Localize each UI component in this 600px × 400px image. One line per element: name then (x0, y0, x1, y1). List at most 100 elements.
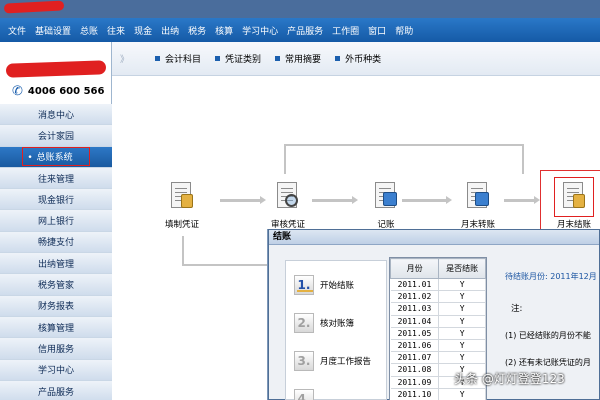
review-voucher-icon (271, 180, 305, 214)
sidebar-item-cash-bank[interactable]: 现金银行 (0, 189, 112, 211)
table-row[interactable]: 2011.06 Y (390, 339, 486, 353)
table-row[interactable]: 2011.04 Y (390, 315, 486, 328)
collapse-chevron-icon[interactable]: 》 (120, 52, 129, 65)
menu-file[interactable]: 文件 (8, 24, 26, 37)
menu-work-circle[interactable]: 工作圈 (332, 24, 359, 37)
flow-node-fill-voucher[interactable]: 填制凭证 (154, 180, 210, 230)
menu-learning-center[interactable]: 学习中心 (242, 24, 278, 37)
title-bar (0, 0, 600, 18)
sidebar-item-tax-manager[interactable]: 税务管家 (0, 274, 112, 296)
hotline-number: 4006 600 566 (27, 86, 105, 97)
sidebar-item-general-ledger[interactable]: • 总账系统 (0, 146, 112, 168)
post-ledger-icon (369, 180, 403, 214)
flow-node-post[interactable]: 记账 (358, 180, 414, 230)
pending-close-month: 待结账月份: 2011年12月 (505, 272, 597, 281)
sidebar-item-product-services[interactable]: 产品服务 (0, 380, 112, 400)
flow-node-month-end-close[interactable]: 月末结账 (540, 170, 600, 232)
redaction-mark (3, 0, 65, 14)
wizard-step-monthly-report[interactable]: 3. 月度工作报告 (294, 351, 371, 371)
flow-connector (284, 144, 286, 174)
wizard-step-start[interactable]: 1. 开始结账 (294, 275, 354, 295)
step-label: 核对账簿 (320, 319, 355, 329)
table-row[interactable]: 2011.03 Y (390, 302, 486, 316)
quick-toolbar: 》 会计科目 凭证类别 常用摘要 外币种类 (112, 42, 600, 76)
cell-month: 2011.10 (390, 388, 440, 400)
cell-month: 2011.01 (390, 278, 440, 292)
note-line-2: (2) 还有未记账凭证的月 (505, 358, 591, 367)
sidebar-item-cashier[interactable]: 出纳管理 (0, 253, 112, 275)
bullet-icon: • (27, 153, 33, 164)
quick-link-currencies[interactable]: 外币种类 (335, 52, 381, 65)
sidebar-item-learning[interactable]: 学习中心 (0, 359, 112, 381)
step-number: 3. (297, 354, 311, 368)
column-header-closed[interactable]: 是否结账 (438, 258, 486, 279)
table-row[interactable]: 2011.05 Y (390, 327, 486, 340)
sidebar-item-label: 消息中心 (37, 110, 74, 121)
redaction-mark (5, 60, 107, 78)
step-number: 2. (297, 316, 311, 330)
cell-closed: Y (438, 302, 486, 316)
wizard-step-check-books[interactable]: 2. 核对账簿 (294, 313, 354, 333)
menu-accounting[interactable]: 核算 (215, 24, 233, 37)
menu-receivables[interactable]: 往来 (107, 24, 125, 37)
sidebar-item-label: 信用服务 (37, 344, 74, 355)
quick-link-label: 会计科目 (165, 55, 202, 65)
table-row[interactable]: 2011.01 Y (390, 278, 486, 292)
cell-month: 2011.07 (390, 351, 440, 365)
flow-connector (522, 144, 524, 174)
menu-tax[interactable]: 税务 (188, 24, 206, 37)
watermark: 头条 @灯灯登登123 (454, 372, 565, 386)
quick-link-common-summaries[interactable]: 常用摘要 (275, 52, 321, 65)
flow-connector (182, 236, 184, 266)
quick-link-label: 常用摘要 (285, 55, 322, 65)
menu-cash[interactable]: 现金 (134, 24, 152, 37)
bullet-icon (275, 56, 281, 61)
sidebar-item-accounting[interactable]: 核算管理 (0, 316, 112, 339)
note-line-1: (1) 已经结账的月份不能 (505, 331, 591, 340)
step-number: 4. (297, 392, 311, 400)
quick-link-label: 外币种类 (345, 55, 382, 65)
quick-link-chart-of-accounts[interactable]: 会计科目 (155, 52, 201, 65)
sidebar-item-online-bank[interactable]: 网上银行 (0, 210, 112, 232)
flow-connector (504, 199, 534, 202)
bullet-icon (155, 56, 161, 61)
flow-node-review-voucher[interactable]: 审核凭证 (260, 180, 316, 230)
flow-connector (220, 199, 260, 202)
cell-month: 2011.05 (390, 327, 440, 340)
wizard-step-finish[interactable]: 4. (294, 389, 320, 400)
cell-closed: Y (438, 290, 486, 304)
flow-connector (182, 264, 268, 266)
sidebar-item-quick-pay[interactable]: 畅捷支付 (0, 231, 112, 254)
menu-window[interactable]: 窗口 (368, 24, 386, 37)
step-number-badge: 4. (294, 389, 314, 400)
quick-link-label: 凭证类别 (225, 55, 262, 65)
active-highlight: • 总账系统 (22, 147, 90, 167)
menu-general-ledger[interactable]: 总账 (80, 24, 98, 37)
sidebar-item-accountant-home[interactable]: 会计家园 (0, 125, 112, 147)
quick-link-voucher-types[interactable]: 凭证类别 (215, 52, 261, 65)
flow-node-month-end-transfer[interactable]: 月末转账 (450, 180, 506, 230)
menu-basic-settings[interactable]: 基础设置 (35, 24, 71, 37)
menu-help[interactable]: 帮助 (395, 24, 413, 37)
sidebar-item-financial-reports[interactable]: 财务报表 (0, 295, 112, 317)
sidebar-item-receivables[interactable]: 往来管理 (0, 167, 112, 190)
app-window: 文件 基础设置 总账 往来 现金 出纳 税务 核算 学习中心 产品服务 工作圈 … (0, 0, 600, 400)
hotline: ✆ 4006 600 566 (12, 84, 104, 99)
table-row[interactable]: 2011.10 Y (390, 388, 486, 400)
sidebar: ✆ 4006 600 566 消息中心 会计家园 • 总账系统 往来管理 现金银行… (0, 42, 112, 400)
sidebar-item-label: 产品服务 (37, 387, 74, 398)
sidebar-item-message-center[interactable]: 消息中心 (0, 104, 112, 126)
sidebar-item-credit[interactable]: 信用服务 (0, 338, 112, 360)
month-end-close-icon (554, 177, 594, 217)
table-row[interactable]: 2011.02 Y (390, 290, 486, 304)
step-number-badge: 2. (294, 313, 314, 333)
menu-cashier[interactable]: 出纳 (161, 24, 179, 37)
bullet-icon (335, 56, 341, 61)
column-header-month[interactable]: 月份 (390, 258, 440, 279)
cell-month: 2011.03 (390, 302, 440, 316)
step-number-badge: 1. (294, 275, 314, 295)
cell-month: 2011.04 (390, 315, 440, 328)
table-row[interactable]: 2011.07 Y (390, 351, 486, 365)
flow-node-label: 填制凭证 (164, 220, 199, 230)
menu-product-services[interactable]: 产品服务 (287, 24, 323, 37)
